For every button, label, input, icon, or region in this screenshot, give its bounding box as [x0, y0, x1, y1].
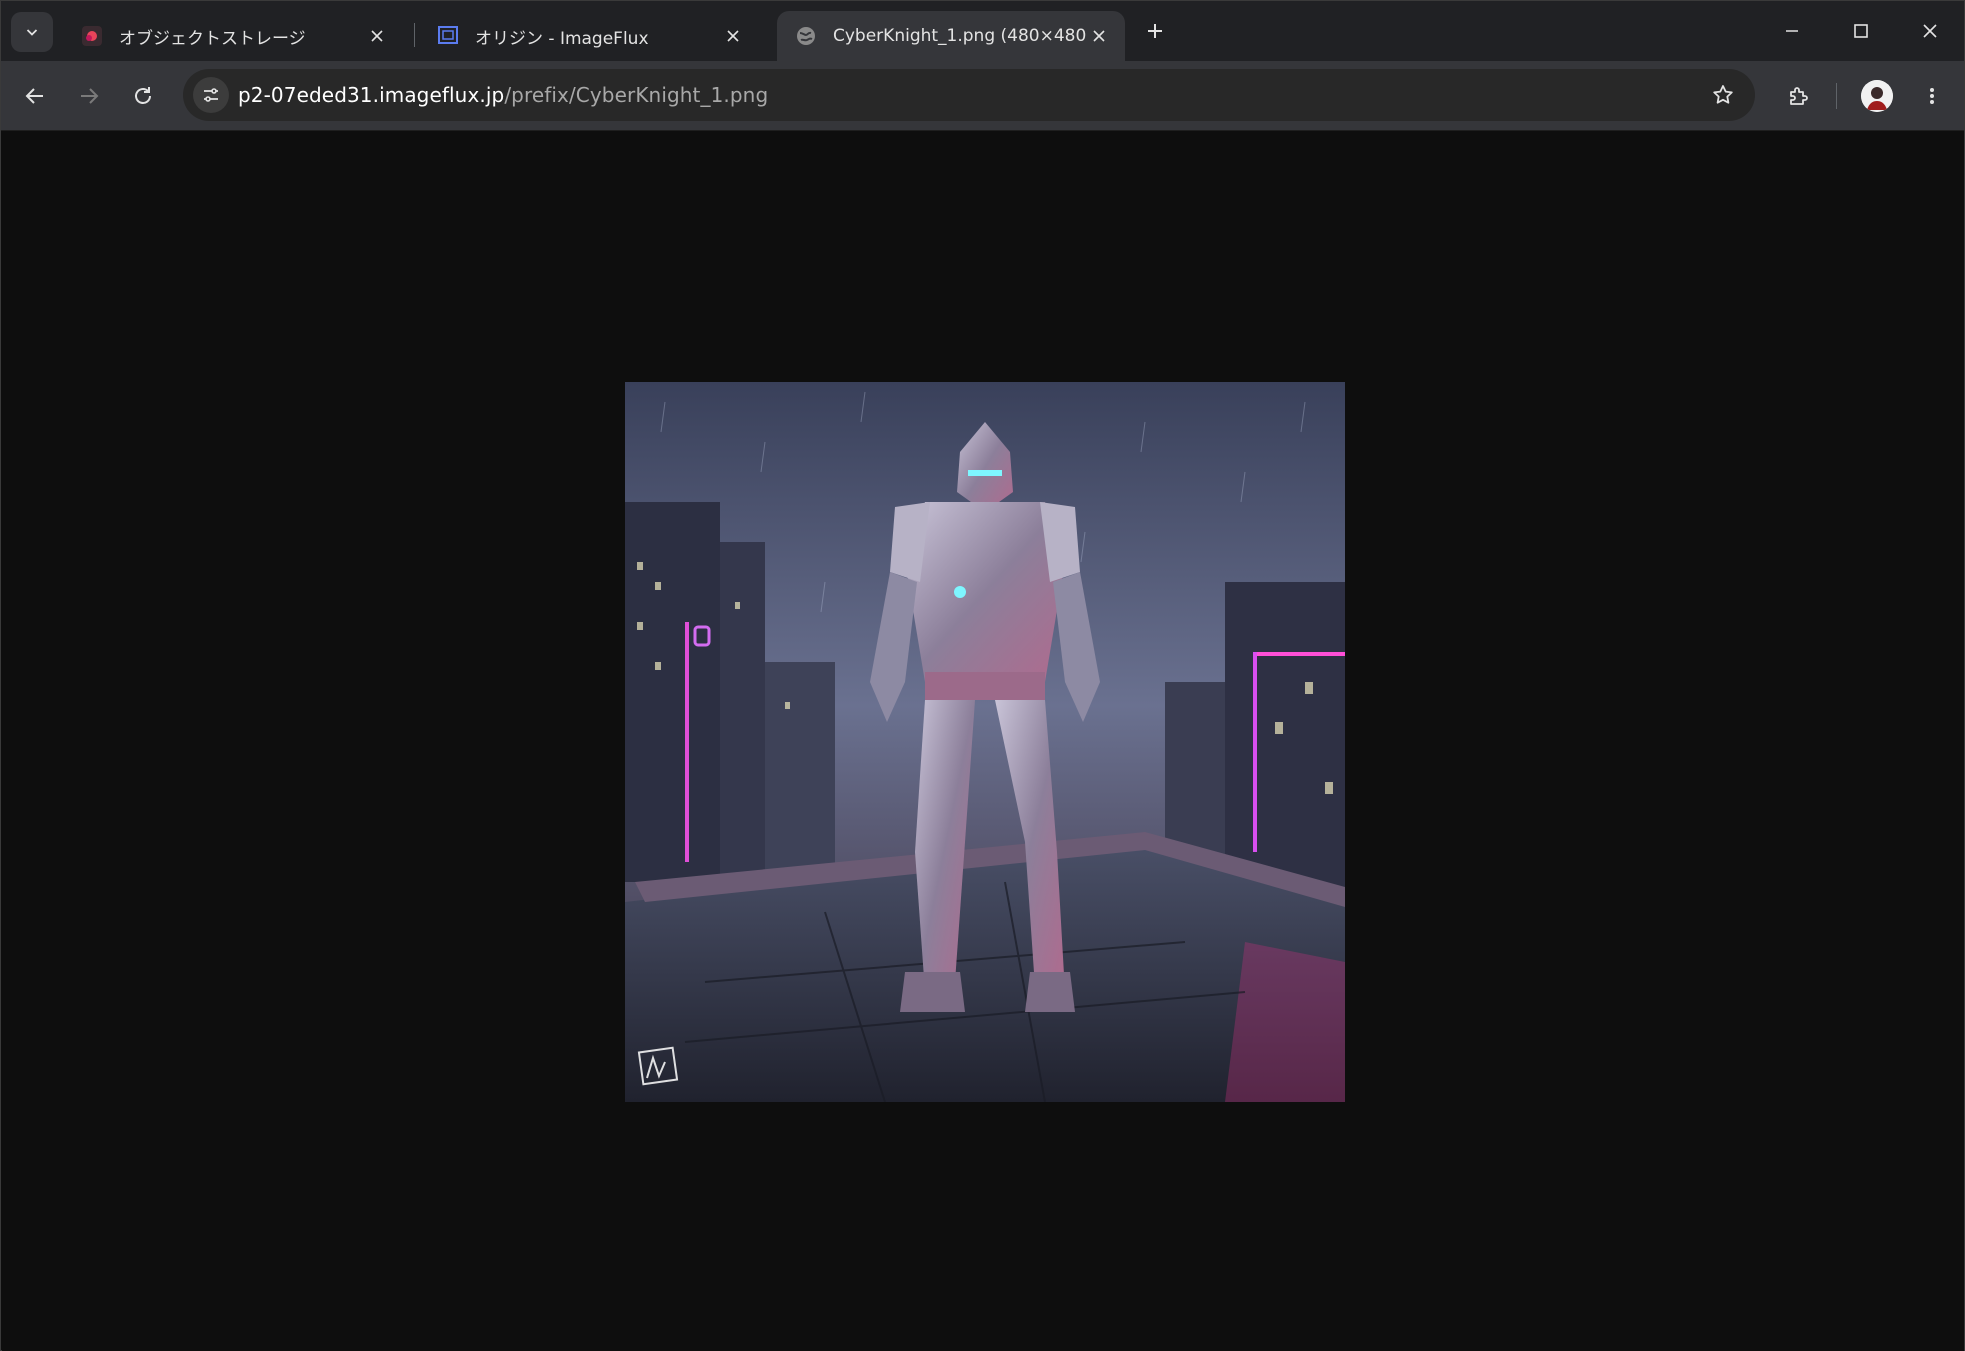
tab-title: CyberKnight_1.png (480×480): [833, 26, 1087, 46]
url-host: p2-07eded31.imageflux.jp: [238, 83, 505, 107]
tune-icon: [204, 88, 218, 102]
toolbar-divider: [1836, 83, 1837, 109]
imageflux-icon: [437, 25, 459, 47]
tab-search-button[interactable]: [11, 12, 53, 52]
globe-icon: [795, 25, 817, 47]
puzzle-icon: [1790, 87, 1808, 105]
tab-object-storage[interactable]: オブジェクトストレージ: [63, 11, 403, 61]
browser-window: オブジェクトストレージ オリジン - ImageFlux CyberKnight…: [0, 0, 1965, 1351]
chevron-down-icon: [26, 29, 38, 36]
address-bar[interactable]: p2-07eded31.imageflux.jp/prefix/CyberKni…: [183, 69, 1755, 121]
maximize-icon: [1854, 24, 1868, 38]
forward-button[interactable]: [71, 78, 107, 114]
minimize-icon: [1786, 30, 1798, 32]
tab-divider: [414, 23, 415, 47]
bookmark-button[interactable]: [1709, 81, 1737, 109]
cyber-knight-image[interactable]: [625, 382, 1345, 1102]
close-icon: [1923, 24, 1937, 38]
url-path: /prefix/CyberKnight_1.png: [504, 83, 769, 107]
close-window-button[interactable]: [1902, 9, 1958, 53]
more-vert-icon: [1930, 88, 1934, 104]
new-tab-button[interactable]: [1139, 15, 1171, 47]
tab-origin-imageflux[interactable]: オリジン - ImageFlux: [419, 11, 759, 61]
storage-icon: [81, 25, 103, 47]
reload-button[interactable]: [125, 78, 161, 114]
tab-title: オリジン - ImageFlux: [475, 28, 649, 49]
image-illustration: [625, 382, 1345, 1102]
close-icon[interactable]: [365, 24, 389, 48]
arrow-right-icon: [81, 88, 99, 104]
profile-avatar[interactable]: [1861, 80, 1893, 112]
maximize-button[interactable]: [1833, 9, 1889, 53]
person-icon: [1861, 80, 1893, 112]
reload-icon: [135, 87, 151, 104]
toolbar: p2-07eded31.imageflux.jp/prefix/CyberKni…: [1, 61, 1964, 131]
close-icon[interactable]: [1087, 24, 1111, 48]
tab-cyberknight-image[interactable]: CyberKnight_1.png (480×480): [777, 11, 1125, 61]
tab-title: オブジェクトストレージ: [119, 28, 306, 49]
back-button[interactable]: [17, 78, 53, 114]
menu-button[interactable]: [1914, 78, 1950, 114]
arrow-left-icon: [25, 88, 43, 104]
site-info-button[interactable]: [193, 77, 229, 113]
url-text[interactable]: p2-07eded31.imageflux.jp/prefix/CyberKni…: [238, 83, 768, 107]
minimize-button[interactable]: [1764, 9, 1820, 53]
page-viewport: [2, 131, 1964, 1351]
close-icon[interactable]: [721, 24, 745, 48]
plus-icon: [1148, 24, 1162, 38]
star-icon: [1713, 85, 1733, 104]
tab-strip: オブジェクトストレージ オリジン - ImageFlux CyberKnight…: [1, 1, 1964, 61]
extensions-button[interactable]: [1781, 78, 1817, 114]
